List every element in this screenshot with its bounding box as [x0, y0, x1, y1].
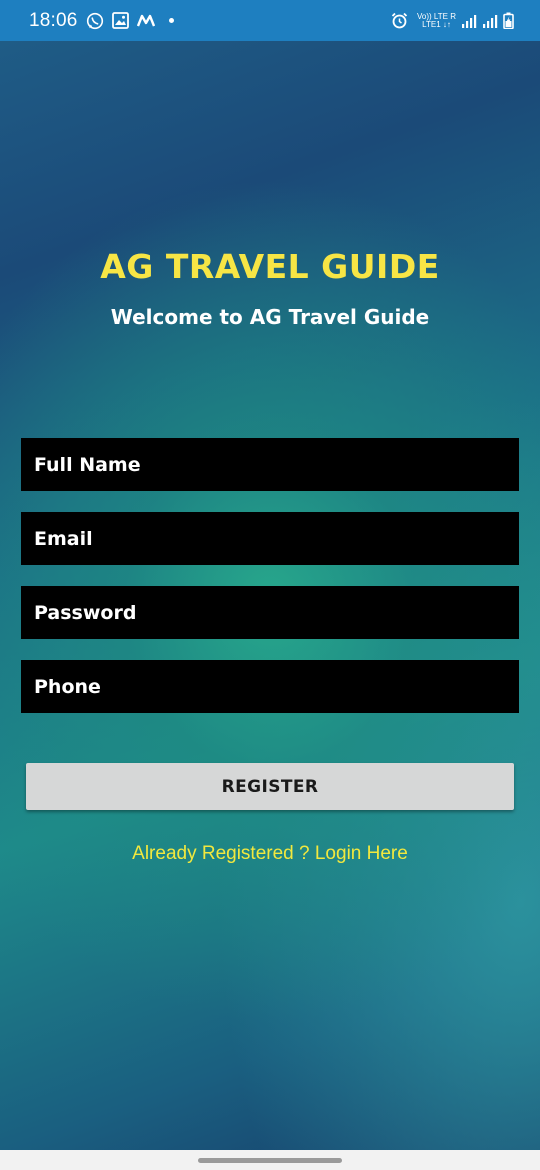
signal-2-icon: [483, 14, 498, 28]
m-app-icon: [136, 14, 155, 26]
phone-placeholder: Phone: [34, 675, 101, 698]
status-left-icons: [86, 12, 174, 30]
battery-charging-icon: [503, 12, 514, 29]
alarm-icon: [391, 12, 408, 29]
status-bar: 18:06 Vo)) LTE R LTE1 ↓↑: [0, 0, 540, 41]
phone-field[interactable]: Phone: [21, 660, 519, 713]
network-labels: Vo)) LTE R LTE1 ↓↑: [417, 12, 456, 29]
gallery-icon: [111, 12, 129, 29]
welcome-subtitle: Welcome to AG Travel Guide: [110, 305, 430, 329]
email-field[interactable]: Email: [21, 512, 519, 565]
whatsapp-icon: [86, 12, 103, 29]
home-gesture-handle[interactable]: [198, 1158, 342, 1163]
status-right-icons: Vo)) LTE R LTE1 ↓↑: [391, 12, 514, 29]
register-button[interactable]: REGISTER: [26, 763, 514, 810]
status-time: 18:06: [29, 9, 78, 31]
full-name-field[interactable]: Full Name: [21, 438, 519, 491]
password-placeholder: Password: [34, 601, 137, 624]
full-name-placeholder: Full Name: [34, 453, 141, 476]
app-title: AG TRAVEL GUIDE: [100, 247, 440, 286]
register-screen: AG TRAVEL GUIDE Welcome to AG Travel Gui…: [0, 41, 540, 1150]
signal-1-icon: [462, 14, 477, 28]
login-link[interactable]: Already Registered ? Login Here: [0, 843, 540, 865]
navigation-bar: [0, 1150, 540, 1170]
password-field[interactable]: Password: [21, 586, 519, 639]
email-placeholder: Email: [34, 527, 93, 550]
network-label-bottom: LTE1 ↓↑: [422, 19, 451, 29]
notification-dot-icon: [168, 18, 174, 23]
